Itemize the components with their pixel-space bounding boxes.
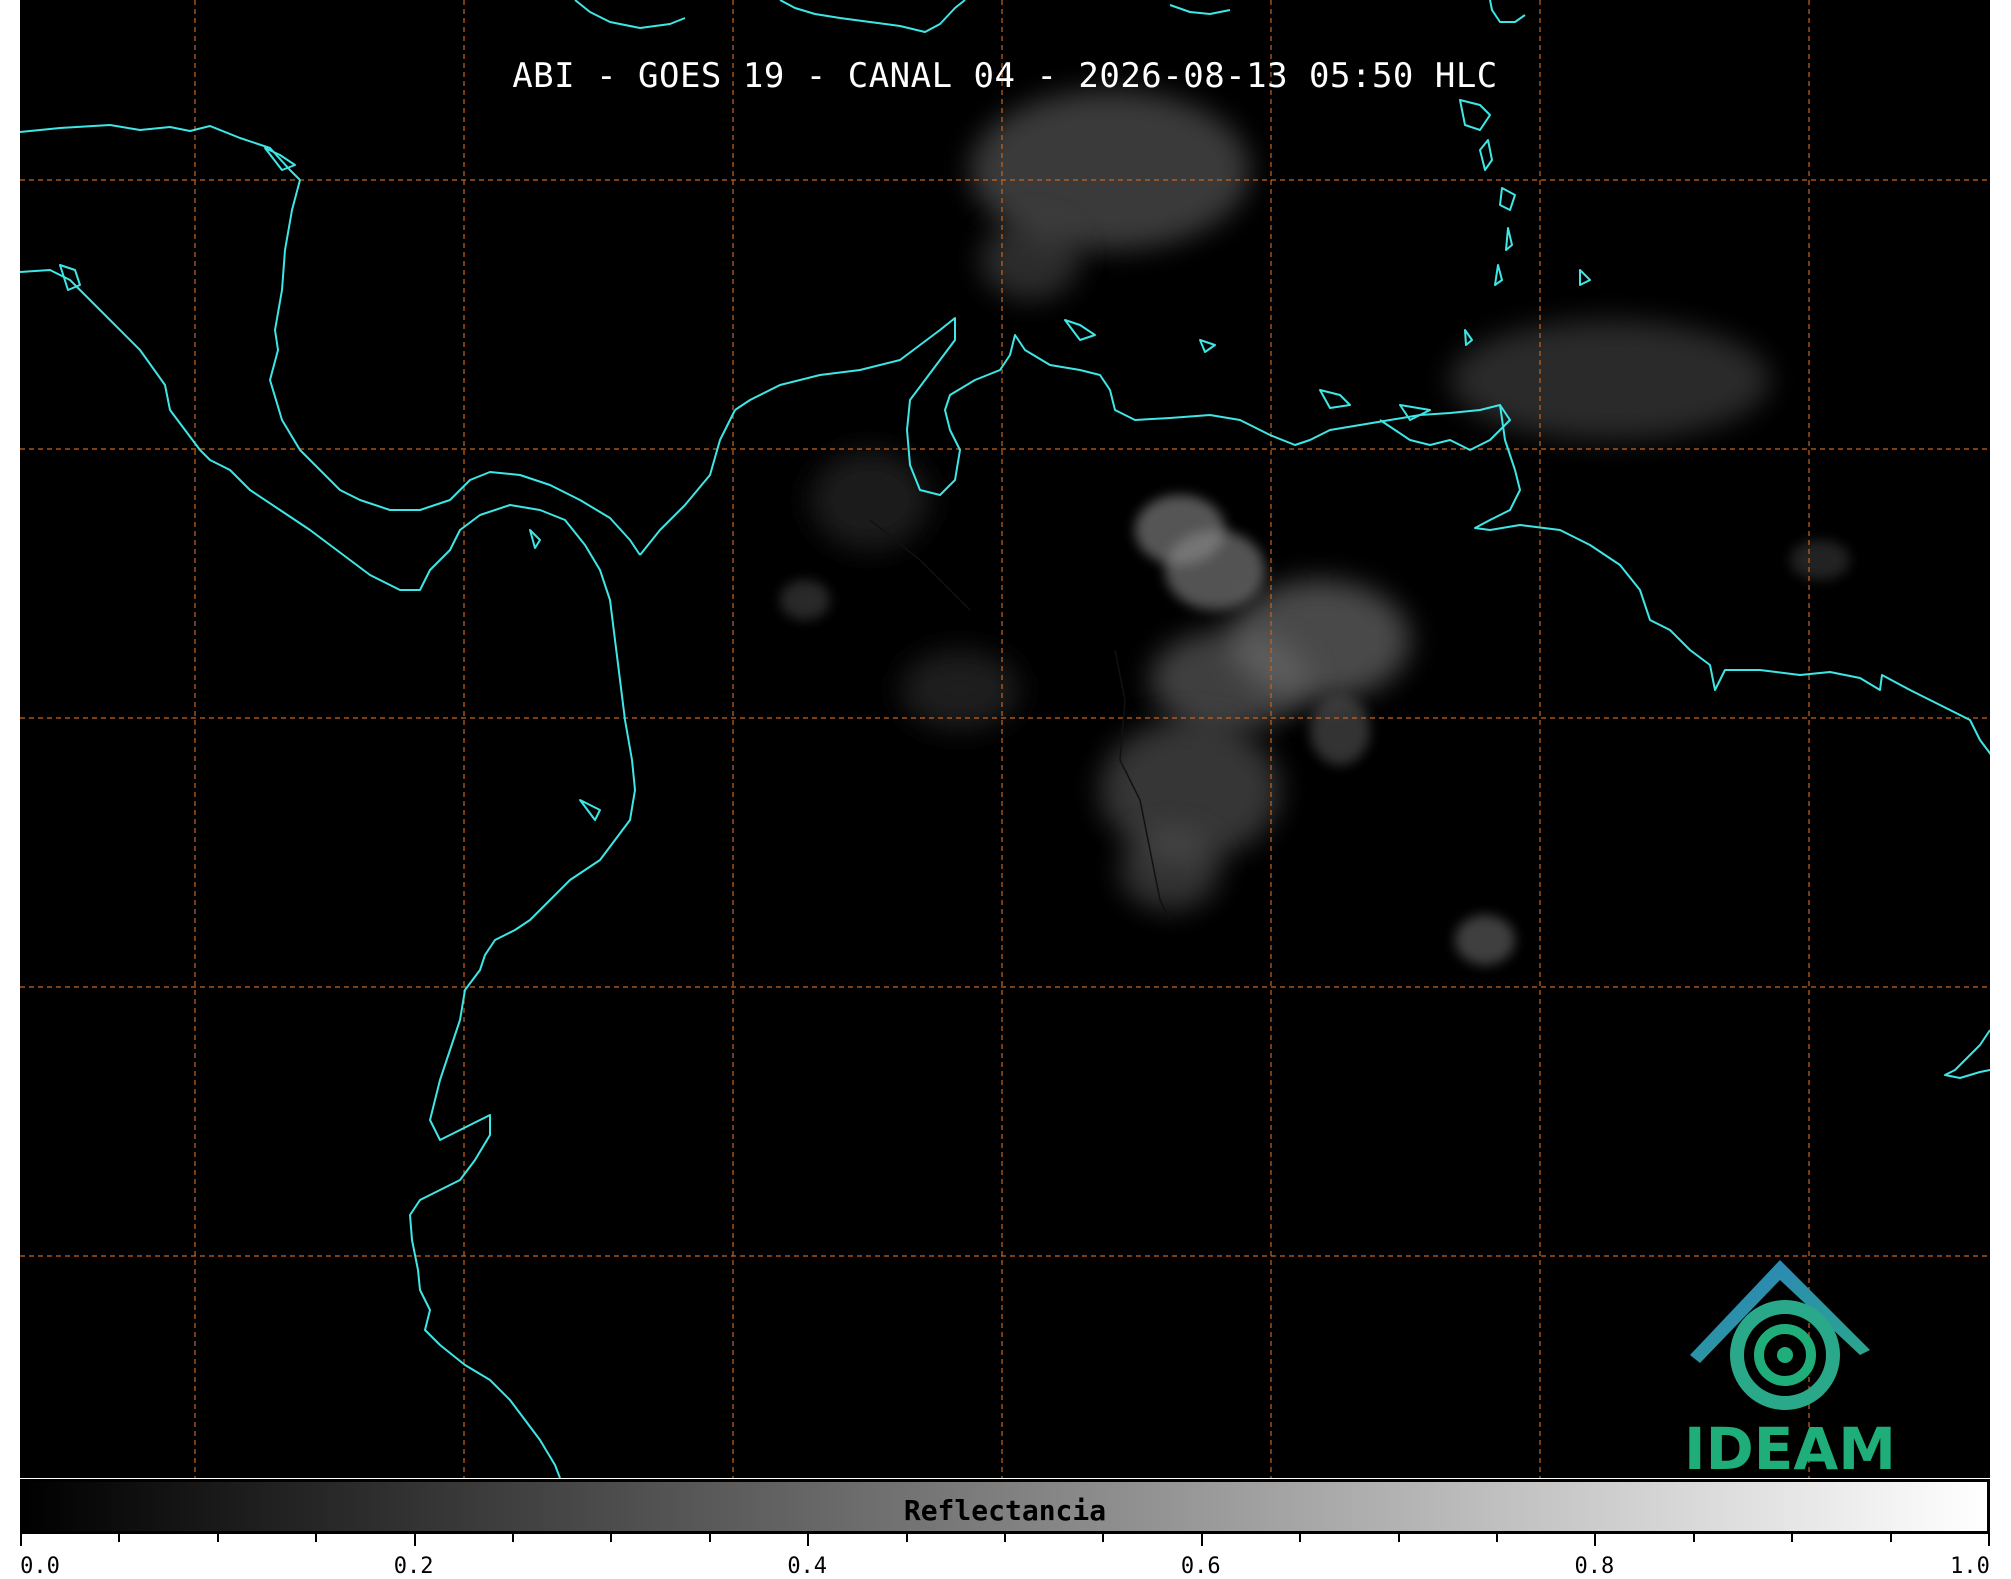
colorbar: Reflectancia bbox=[20, 1479, 1990, 1534]
colorbar-tick-label: 0.2 bbox=[393, 1554, 434, 1579]
ideam-logo: IDEAM bbox=[1660, 1245, 1920, 1478]
logo-text: IDEAM bbox=[1684, 1415, 1896, 1478]
cloud-cell bbox=[1165, 530, 1265, 610]
colorbar-minor-tick bbox=[216, 1534, 219, 1542]
colorbar-tick-label: 0.6 bbox=[1180, 1554, 1221, 1579]
colorbar-label: Reflectancia bbox=[903, 1494, 1107, 1527]
cloud-cell bbox=[1790, 540, 1850, 580]
colorbar-tick-label: 0.0 bbox=[20, 1554, 60, 1579]
colorbar-major-tick bbox=[1200, 1534, 1203, 1546]
colorbar-major-tick bbox=[807, 1534, 810, 1546]
cloud-cell bbox=[980, 220, 1080, 300]
map-title: ABI - GOES 19 - CANAL 04 - 2026-08-13 05… bbox=[512, 56, 1498, 96]
colorbar-minor-tick bbox=[315, 1534, 318, 1542]
colorbar-minor-tick bbox=[1692, 1534, 1695, 1542]
cloud-cell bbox=[1120, 830, 1220, 910]
colorbar-minor-tick bbox=[1299, 1534, 1302, 1542]
colorbar-major-tick bbox=[1988, 1534, 1990, 1546]
colorbar-tick-label: 1.0 bbox=[1950, 1554, 1990, 1579]
colorbar-minor-tick bbox=[905, 1534, 908, 1542]
colorbar-minor-tick bbox=[1791, 1534, 1794, 1542]
colorbar-minor-tick bbox=[1004, 1534, 1006, 1542]
cloud-cell bbox=[1455, 915, 1515, 965]
cloud-cell bbox=[780, 580, 830, 620]
colorbar-minor-tick bbox=[1397, 1534, 1400, 1542]
colorbar-major-tick bbox=[1594, 1534, 1597, 1546]
colorbar-minor-tick bbox=[610, 1534, 613, 1542]
colorbar-axis: 0.0 0.2 0.4 0.6 0.8 1.0 bbox=[20, 1534, 1990, 1579]
cloud-cell bbox=[1450, 320, 1770, 440]
colorbar-minor-tick bbox=[1889, 1534, 1892, 1542]
cloud-cell bbox=[810, 450, 930, 550]
colorbar-major-tick bbox=[413, 1534, 416, 1546]
colorbar-minor-tick bbox=[512, 1534, 514, 1542]
colorbar-tick-label: 0.8 bbox=[1574, 1554, 1615, 1579]
colorbar-tick-label: 0.4 bbox=[787, 1554, 828, 1579]
colorbar-major-tick bbox=[20, 1534, 22, 1546]
colorbar-minor-tick bbox=[1496, 1534, 1498, 1542]
cloud-cell bbox=[1310, 695, 1370, 765]
colorbar-minor-tick bbox=[708, 1534, 711, 1542]
ideam-emblem-icon bbox=[1690, 1260, 1870, 1410]
cloud-layer bbox=[780, 90, 1850, 965]
satellite-map: ABI - GOES 19 - CANAL 04 - 2026-08-13 05… bbox=[20, 0, 1990, 1478]
colorbar-minor-tick bbox=[118, 1534, 121, 1542]
colorbar-minor-tick bbox=[1102, 1534, 1105, 1542]
cloud-cell bbox=[1150, 630, 1310, 730]
